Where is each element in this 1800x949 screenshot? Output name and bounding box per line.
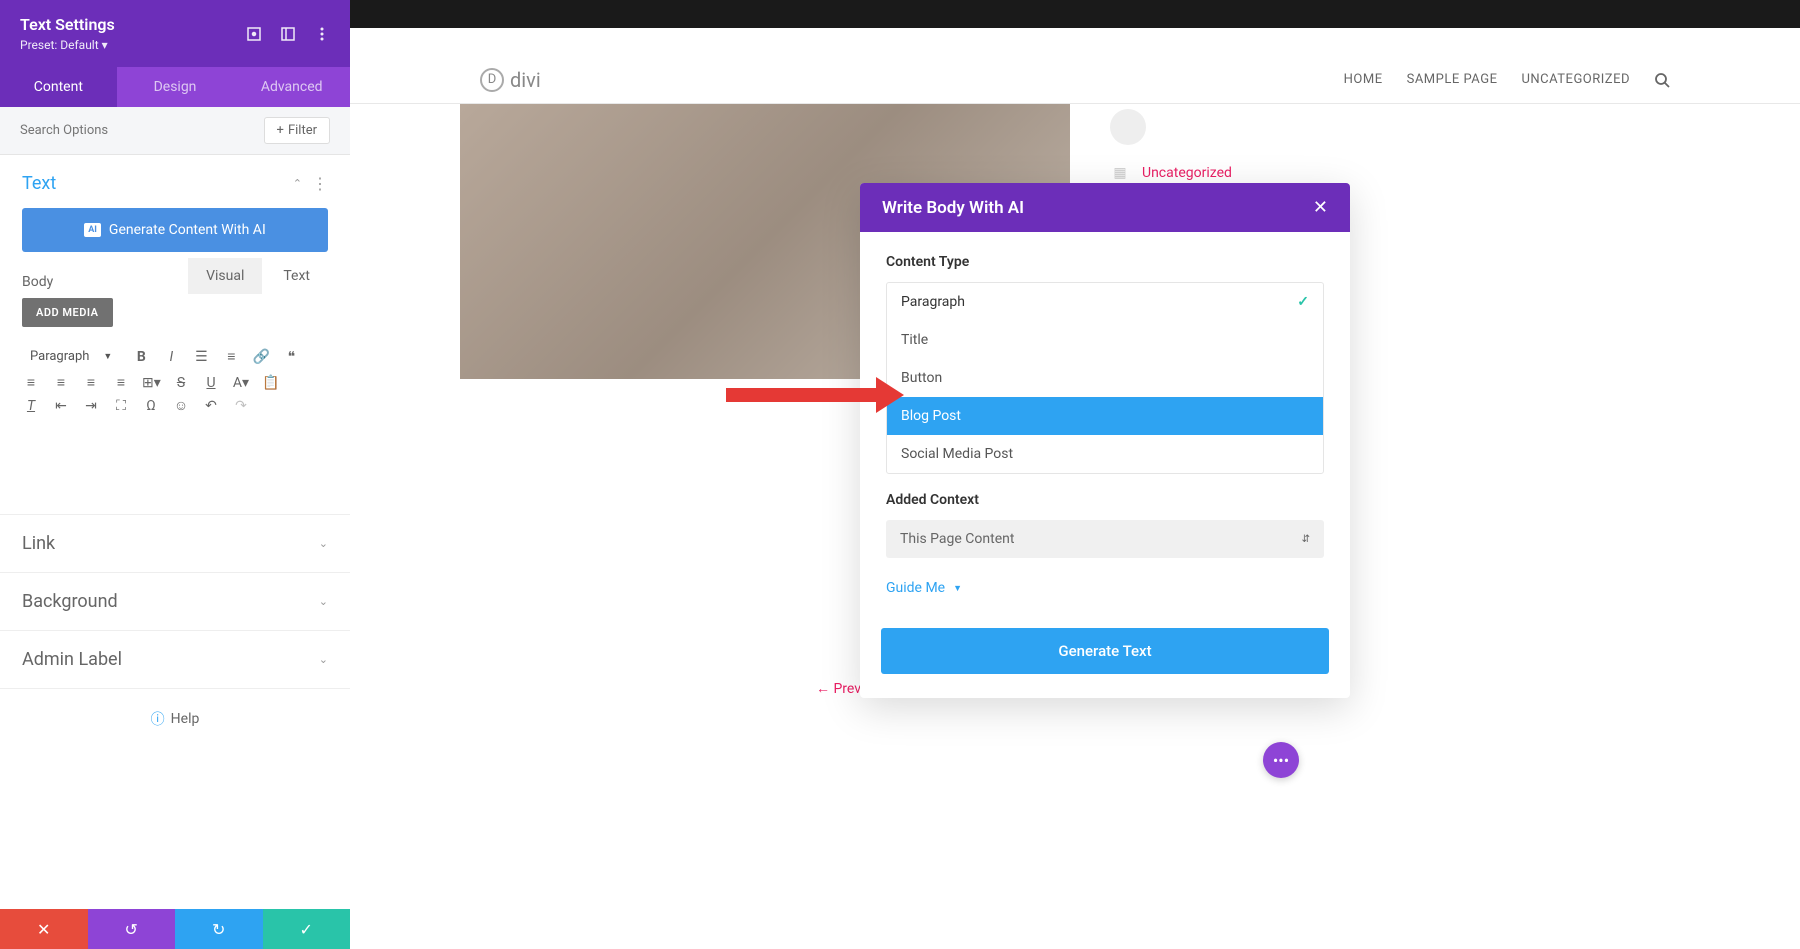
nav-sample[interactable]: SAMPLE PAGE xyxy=(1407,72,1498,87)
align-right-icon[interactable]: ≡ xyxy=(82,374,100,391)
paragraph-dropdown[interactable]: Paragraph▼ xyxy=(22,345,120,368)
align-center-icon[interactable]: ≡ xyxy=(52,374,70,391)
text-tab[interactable]: Text xyxy=(265,258,328,294)
filter-button[interactable]: +Filter xyxy=(264,117,330,144)
close-icon[interactable]: ✕ xyxy=(1313,197,1328,218)
check-icon: ✓ xyxy=(1297,294,1309,310)
ai-modal: Write Body With AI ✕ Content Type Paragr… xyxy=(860,183,1350,698)
grid-icon: ▦ xyxy=(1110,163,1130,183)
more-icon[interactable] xyxy=(314,26,330,42)
emoji-icon[interactable]: ☺ xyxy=(172,397,190,414)
site-logo[interactable]: D divi xyxy=(480,68,541,92)
fab-button[interactable]: ••• xyxy=(1263,742,1299,778)
context-dropdown[interactable]: This Page Content ⇵ xyxy=(886,520,1324,558)
main-canvas: D divi HOME SAMPLE PAGE UNCATEGORIZED ▦ … xyxy=(350,0,1800,949)
content-type-label: Content Type xyxy=(886,254,1324,270)
chevron-down-icon: ▼ xyxy=(953,583,962,594)
indent-right-icon[interactable]: ⇥ xyxy=(82,398,100,414)
generate-text-button[interactable]: Generate Text xyxy=(881,628,1329,674)
bullet-list-icon[interactable]: ☰ xyxy=(192,349,210,365)
nav-home[interactable]: HOME xyxy=(1344,72,1383,87)
section-more-icon[interactable]: ⋮ xyxy=(312,174,328,193)
underline-icon[interactable]: U xyxy=(202,375,220,391)
settings-tabs: Content Design Advanced xyxy=(0,67,350,107)
sidebar-title: Text Settings xyxy=(20,15,115,34)
option-title[interactable]: Title xyxy=(887,321,1323,359)
avatar xyxy=(1110,109,1146,145)
table-icon[interactable]: ⊞▾ xyxy=(142,375,160,391)
ai-badge-icon: AI xyxy=(84,223,101,237)
search-row: +Filter xyxy=(0,107,350,155)
add-media-button[interactable]: ADD MEDIA xyxy=(22,298,113,327)
number-list-icon[interactable]: ≡ xyxy=(222,348,240,365)
logo-icon: D xyxy=(480,68,504,92)
align-justify-icon[interactable]: ≡ xyxy=(112,374,130,391)
bold-icon[interactable]: B xyxy=(132,349,150,365)
cancel-button[interactable]: ✕ xyxy=(0,909,88,949)
indent-left-icon[interactable]: ⇤ xyxy=(52,398,70,414)
chevron-up-icon[interactable]: ⌃ xyxy=(293,177,302,190)
undo-icon[interactable]: ↶ xyxy=(202,398,220,414)
content-type-options: Paragraph✓ Title Button Blog Post Social… xyxy=(886,282,1324,474)
undo-button[interactable]: ↺ xyxy=(88,909,176,949)
bottom-action-bar: ✕ ↺ ↻ ✓ xyxy=(0,909,350,949)
align-left-icon[interactable]: ≡ xyxy=(22,374,40,391)
strikethrough-icon[interactable]: S xyxy=(172,375,190,391)
search-input[interactable] xyxy=(20,123,264,138)
italic-icon[interactable]: I xyxy=(162,349,180,365)
paste-icon[interactable]: 📋 xyxy=(262,375,280,391)
section-title-text: Text xyxy=(22,173,56,194)
chevron-down-icon: ⌄ xyxy=(319,537,328,550)
editor-toolbar: Paragraph▼ B I ☰ ≡ 🔗 ❝ ≡ ≡ ≡ ≡ ⊞▾ S U A▾ xyxy=(22,337,328,428)
option-blog-post[interactable]: Blog Post xyxy=(887,397,1323,435)
editor-content-area[interactable] xyxy=(22,436,328,496)
fullscreen-icon[interactable]: ⛶ xyxy=(112,398,130,414)
tab-content[interactable]: Content xyxy=(0,67,117,107)
sidebar-header: Text Settings Preset: Default ▾ xyxy=(0,0,350,67)
help-link[interactable]: ⓘ Help xyxy=(0,689,350,749)
text-section: Text ⌃ ⋮ AI Generate Content With AI Bod… xyxy=(0,155,350,515)
dots-icon: ••• xyxy=(1273,751,1289,770)
redo-icon[interactable]: ↷ xyxy=(232,398,250,414)
added-context-label: Added Context xyxy=(886,492,1324,508)
panel-icon[interactable] xyxy=(280,26,296,42)
visual-tab[interactable]: Visual xyxy=(188,258,262,294)
clear-format-icon[interactable]: T xyxy=(22,398,40,414)
background-section[interactable]: Background ⌄ xyxy=(0,573,350,631)
generate-ai-button[interactable]: AI Generate Content With AI xyxy=(22,208,328,252)
chevron-down-icon: ⌄ xyxy=(319,595,328,608)
help-icon: ⓘ xyxy=(151,709,165,729)
quote-icon[interactable]: ❝ xyxy=(282,349,300,365)
text-color-icon[interactable]: A▾ xyxy=(232,375,250,391)
modal-header: Write Body With AI ✕ xyxy=(860,183,1350,232)
option-button[interactable]: Button xyxy=(887,359,1323,397)
guide-me-toggle[interactable]: Guide Me ▼ xyxy=(886,580,1324,596)
expand-icon[interactable] xyxy=(246,26,262,42)
nav-uncategorized[interactable]: UNCATEGORIZED xyxy=(1521,72,1630,87)
tab-advanced[interactable]: Advanced xyxy=(233,67,350,107)
settings-sidebar: Text Settings Preset: Default ▾ Content … xyxy=(0,0,350,949)
dropdown-arrows-icon: ⇵ xyxy=(1302,534,1310,545)
site-nav: D divi HOME SAMPLE PAGE UNCATEGORIZED xyxy=(350,56,1800,104)
chevron-down-icon: ⌄ xyxy=(319,653,328,666)
save-button[interactable]: ✓ xyxy=(263,909,351,949)
meta-category[interactable]: ▦ Uncategorized xyxy=(1110,163,1239,183)
omega-icon[interactable]: Ω xyxy=(142,398,160,414)
option-paragraph[interactable]: Paragraph✓ xyxy=(887,283,1323,321)
preset-dropdown[interactable]: Preset: Default ▾ xyxy=(20,38,115,52)
link-icon[interactable]: 🔗 xyxy=(252,349,270,365)
redo-button[interactable]: ↻ xyxy=(175,909,263,949)
modal-title: Write Body With AI xyxy=(882,198,1024,218)
link-section[interactable]: Link ⌄ xyxy=(0,515,350,573)
tab-design[interactable]: Design xyxy=(117,67,234,107)
annotation-arrow xyxy=(726,388,876,402)
admin-topbar xyxy=(350,0,1800,28)
admin-label-section[interactable]: Admin Label ⌄ xyxy=(0,631,350,689)
search-icon[interactable] xyxy=(1654,72,1670,88)
option-social-media[interactable]: Social Media Post xyxy=(887,435,1323,473)
